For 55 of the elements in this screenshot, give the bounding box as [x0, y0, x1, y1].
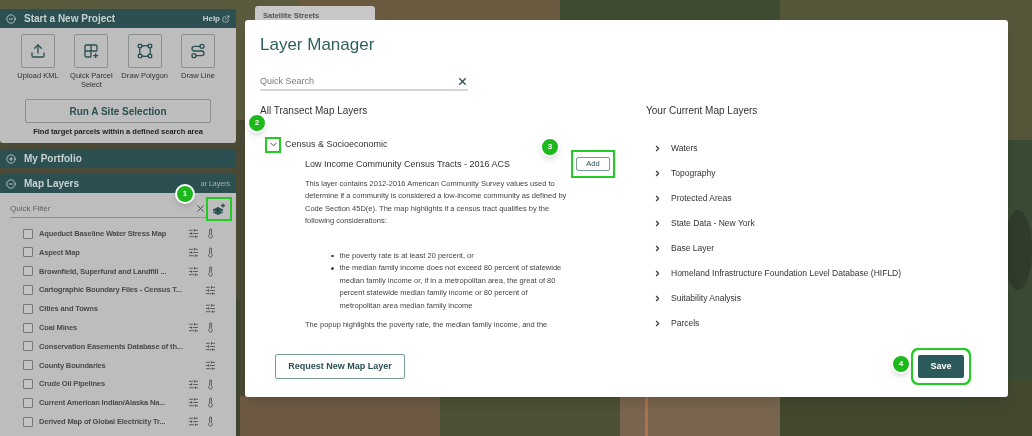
panel-title: Map Layers: [24, 177, 80, 192]
add-layers-button[interactable]: [206, 197, 232, 222]
panel-header[interactable]: Start a New Project Help: [0, 9, 236, 28]
checkbox[interactable]: [23, 228, 33, 239]
layers-plus-icon: [212, 203, 226, 216]
route-icon: [190, 43, 206, 59]
grid-plus-icon: [83, 43, 100, 59]
current-layer-item[interactable]: Topography: [653, 161, 902, 186]
sliders-icon[interactable]: [205, 284, 216, 296]
checkbox[interactable]: [23, 247, 33, 258]
bullet-icon: [331, 254, 334, 257]
checkbox[interactable]: [23, 397, 33, 408]
layer-title: Low Income Community Census Tracts - 2016 ACS: [305, 157, 511, 171]
checkbox[interactable]: [23, 341, 33, 352]
sliders-icon[interactable]: [205, 359, 216, 371]
sliders-icon[interactable]: [205, 340, 216, 352]
current-layer-item[interactable]: Homeland Infrastructure Foundation Level Database (HIFLD): [653, 261, 902, 286]
checkbox[interactable]: [23, 416, 33, 427]
bullet-icon: [331, 267, 334, 270]
sliders-icon[interactable]: [188, 378, 199, 390]
panel-title: Start a New Project: [24, 12, 116, 26]
section-heading: Your Current Map Layers: [646, 104, 759, 118]
category-toggle[interactable]: [267, 138, 279, 151]
clear-search-icon[interactable]: [457, 75, 468, 87]
dialog-title: Layer Manager: [260, 35, 376, 55]
checkbox[interactable]: [23, 266, 33, 277]
current-layer-item[interactable]: Base Layer: [653, 236, 902, 261]
site-selection-button[interactable]: Run A Site Selection: [25, 99, 211, 123]
sliders-icon[interactable]: [205, 303, 216, 315]
external-link-icon: [222, 14, 230, 23]
sliders-icon[interactable]: [188, 322, 199, 334]
polygon-icon: [136, 43, 153, 59]
sliders-icon[interactable]: [188, 265, 199, 277]
checkbox[interactable]: [23, 303, 33, 314]
upload-icon: [30, 43, 46, 59]
checkbox[interactable]: [23, 322, 33, 333]
request-layer-button[interactable]: Request New Map Layer: [275, 354, 405, 379]
panel-title: My Portfolio: [24, 152, 82, 167]
checkbox[interactable]: [23, 285, 33, 296]
checkbox[interactable]: [23, 360, 33, 371]
search-field[interactable]: Quick Search: [260, 73, 457, 89]
current-layer-item[interactable]: State Data - New York: [653, 211, 902, 236]
sliders-icon[interactable]: [188, 397, 199, 409]
current-layer-item[interactable]: Protected Areas: [653, 186, 902, 211]
current-layer-item[interactable]: Suitability Analysis: [653, 286, 902, 311]
help-link[interactable]: Help: [202, 12, 230, 25]
sliders-icon[interactable]: [188, 228, 199, 240]
clear-icon[interactable]: [195, 203, 206, 215]
checkbox[interactable]: [23, 379, 33, 389]
current-layer-item[interactable]: Waters: [653, 136, 902, 161]
panel-header[interactable]: My Portfolio: [0, 149, 236, 169]
category-name: Census & Socioeconomic: [285, 138, 388, 151]
current-layer-item[interactable]: Parcels: [653, 311, 902, 336]
sliders-icon[interactable]: [188, 246, 199, 258]
sliders-icon[interactable]: [188, 416, 199, 428]
